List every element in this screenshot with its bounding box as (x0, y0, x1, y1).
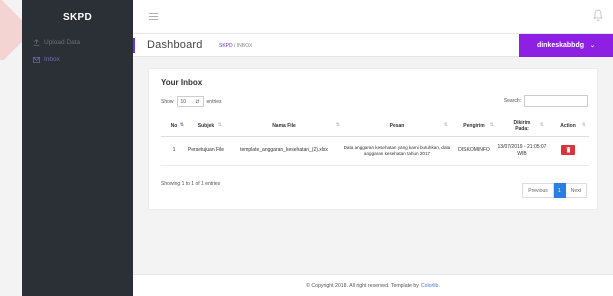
page-header: Dashboard SKPD / INBOX dinkeskabbdg ⌄ (133, 34, 613, 57)
top-bar (133, 0, 613, 34)
sort-icon: ⇅ (489, 122, 494, 128)
sort-icon: ⇅ (335, 122, 340, 128)
column-header-no[interactable]: No ⇅ (161, 116, 187, 137)
entries-select[interactable]: 10 ⇵ (176, 96, 204, 107)
table-info: Showing 1 to 1 of 1 entries (161, 181, 221, 187)
sort-icon: ⇅ (581, 122, 586, 128)
search-control: Search: (504, 95, 588, 107)
pagination-page-current[interactable]: 1 (553, 183, 566, 198)
sort-asc-icon: ⇅ (179, 122, 184, 128)
brand-logo[interactable]: SKPD (22, 0, 133, 34)
mail-icon (32, 56, 41, 63)
delete-button[interactable] (561, 145, 575, 156)
search-label: Search: (503, 98, 521, 104)
pagination: Previous 1 Next (522, 183, 587, 198)
entries-select-value: 10 (180, 98, 187, 105)
column-header-dikirim-pada[interactable]: Dikirim Pada: ⇅ (497, 116, 547, 137)
column-header-pesan[interactable]: Pesan ⇅ (343, 116, 451, 137)
footer-copyright: © Copyright 2018. All right reserved. Te… (306, 282, 419, 289)
breadcrumb-item-skpd[interactable]: SKPD (219, 43, 233, 49)
pagination-next[interactable]: Next (565, 183, 587, 198)
card-title: Your Inbox (161, 78, 203, 87)
sidebar: SKPD Upload Data Inbox (22, 0, 133, 296)
sort-icon: ⇅ (217, 122, 222, 128)
user-name: dinkeskabbdg (536, 42, 585, 49)
trash-icon (566, 147, 570, 153)
entries-label: entries (206, 98, 222, 105)
table-header-row: No ⇅ Subjek ⇅ Nama File ⇅ Pesan ⇅ Pengirim ⇅ … (161, 116, 589, 137)
cell-no: 1 (161, 136, 187, 166)
chevron-down-icon: ⌄ (590, 43, 596, 49)
title-accent-bar (133, 38, 135, 53)
sidebar-item-label: Upload Data (44, 39, 81, 46)
user-menu-button[interactable]: dinkeskabbdg ⌄ (519, 34, 613, 57)
footer: © Copyright 2018. All right reserved. Te… (133, 274, 613, 296)
cell-pengirim: DISKOMINFO (451, 136, 497, 166)
cell-dikirim-pada: 13/07/2019 - 21:05:07 WIB (497, 136, 547, 166)
inbox-table: No ⇅ Subjek ⇅ Nama File ⇅ Pesan ⇅ Pengirim ⇅ … (161, 116, 589, 166)
column-header-action[interactable]: Action ⇅ (547, 116, 589, 137)
column-header-nama-file[interactable]: Nama File ⇅ (225, 116, 343, 137)
bell-icon[interactable] (593, 8, 603, 21)
column-header-subjek[interactable]: Subjek ⇅ (187, 116, 225, 137)
sidebar-item-upload-data[interactable]: Upload Data (22, 34, 133, 51)
breadcrumb: SKPD / INBOX (219, 43, 252, 49)
page-title: Dashboard (147, 39, 203, 51)
corner-decoration (0, 0, 22, 60)
menu-toggle-icon[interactable] (149, 13, 158, 20)
table-row: 1 Persetujuan File template_anggaran_kes… (161, 136, 589, 166)
cell-subjek: Persetujuan File (187, 136, 225, 166)
inbox-card: Your Inbox Show 10 ⇵ entries Search: No ⇅… (148, 68, 598, 210)
cell-action (547, 136, 589, 166)
footer-link-colorlib[interactable]: Colorlib. (421, 283, 440, 289)
cell-pesan: Data anggaran kesehatan yang kami butuhk… (343, 136, 451, 166)
show-label: Show (161, 98, 174, 105)
search-input[interactable] (524, 95, 588, 107)
pagination-previous[interactable]: Previous (522, 183, 554, 198)
upload-icon (32, 39, 41, 46)
sort-icon: ⇅ (539, 122, 544, 128)
sort-updown-icon: ⇵ (195, 98, 200, 105)
sidebar-item-label: Inbox (44, 56, 60, 63)
cell-nama-file[interactable]: template_anggaran_kesehatan_(2).xlsx (225, 136, 343, 166)
entries-length-control: Show 10 ⇵ entries (161, 96, 222, 107)
sort-icon: ⇅ (443, 122, 448, 128)
breadcrumb-item-inbox: INBOX (236, 43, 253, 49)
column-header-pengirim[interactable]: Pengirim ⇅ (451, 116, 497, 137)
sidebar-item-inbox[interactable]: Inbox (22, 51, 133, 68)
